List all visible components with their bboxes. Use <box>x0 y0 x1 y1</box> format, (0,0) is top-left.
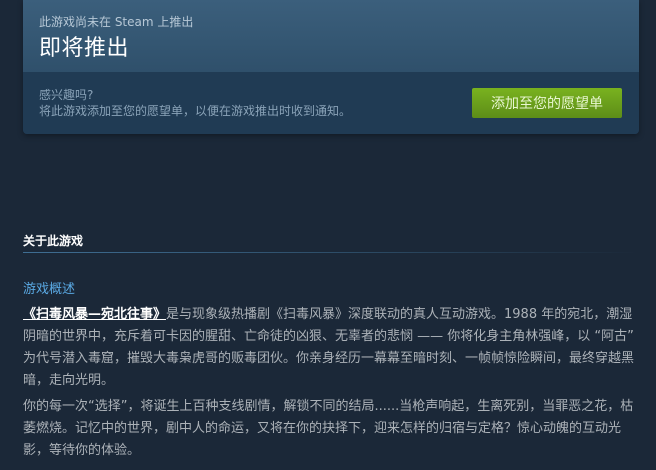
wishlist-prompt: 感兴趣吗? 将此游戏添加至您的愿望单，以便在游戏推出时收到通知。 添加至您的愿望… <box>23 72 639 134</box>
interest-question: 感兴趣吗? <box>39 88 94 102</box>
overview-title: 游戏概述 <box>23 282 76 297</box>
coming-soon-header: 此游戏尚未在 Steam 上推出 即将推出 <box>23 0 639 72</box>
interest-description: 将此游戏添加至您的愿望单，以便在游戏推出时收到通知。 <box>39 104 352 118</box>
coming-soon-title: 即将推出 <box>39 36 130 61</box>
about-heading: 关于此游戏 <box>23 234 84 248</box>
game-title-link[interactable]: 《扫毒风暴—宛北往事》 <box>23 307 166 322</box>
about-divider <box>23 252 639 253</box>
description-paragraph-1: 《扫毒风暴—宛北往事》是与现象级热播剧《扫毒风暴》深度联动的真人互动游戏。198… <box>23 304 639 392</box>
coming-soon-banner: 此游戏尚未在 Steam 上推出 即将推出 感兴趣吗? 将此游戏添加至您的愿望单… <box>23 0 639 134</box>
add-to-wishlist-button[interactable]: 添加至您的愿望单 <box>472 88 622 118</box>
description-paragraph-2: 你的每一次“选择”，将诞生上百种支线剧情，解锁不同的结局......当枪声响起，… <box>23 399 634 458</box>
not-available-note: 此游戏尚未在 Steam 上推出 <box>39 15 194 29</box>
